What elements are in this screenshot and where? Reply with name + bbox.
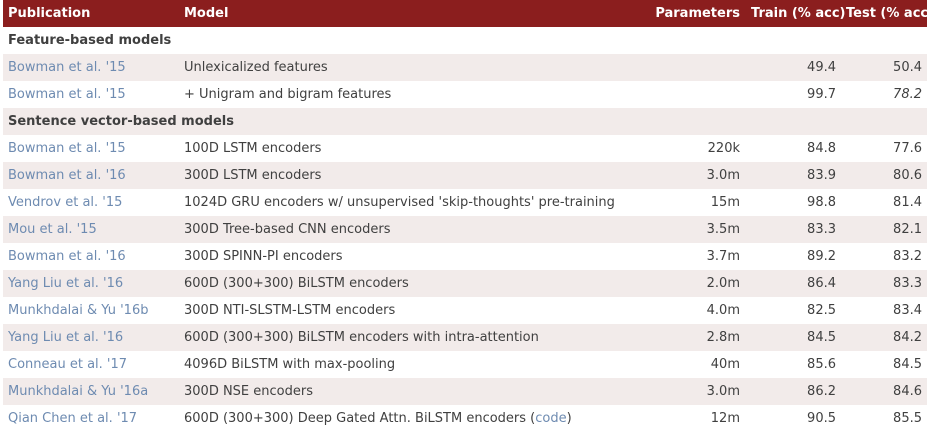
publication-link[interactable]: Qian Chen et al. '17 (3, 405, 179, 432)
header-publication[interactable]: Publication (3, 0, 179, 27)
section-title: Sentence vector-based models (3, 108, 927, 135)
table-row: Vendrov et al. '15 1024D GRU encoders w/ … (3, 189, 927, 216)
publication-link[interactable]: Yang Liu et al. '16 (3, 324, 179, 351)
model-cell: 300D NTI-SLSTM-LSTM encoders (179, 297, 655, 324)
train-acc-cell: 83.3 (746, 216, 841, 243)
parameters-cell: 40m (655, 351, 746, 378)
test-acc-cell: 50.4 (841, 54, 927, 81)
test-acc-cell: 84.6 (841, 378, 927, 405)
parameters-cell: 12m (655, 405, 746, 432)
publication-link[interactable]: Mou et al. '15 (3, 216, 179, 243)
table-row: Munkhdalai & Yu '16b 300D NTI-SLSTM-LSTM … (3, 297, 927, 324)
parameters-cell: 4.0m (655, 297, 746, 324)
model-cell: 300D Tree-based CNN encoders (179, 216, 655, 243)
code-link[interactable]: code (535, 411, 566, 426)
parameters-cell (655, 54, 746, 81)
model-text: 600D (300+300) Deep Gated Attn. BiLSTM e… (184, 411, 536, 426)
train-acc-cell: 85.6 (746, 351, 841, 378)
table-header-row: Publication Model Parameters Train (% ac… (3, 0, 930, 27)
table-row: Yang Liu et al. '16 600D (300+300) BiLSTM… (3, 324, 927, 351)
parameters-cell: 15m (655, 189, 746, 216)
table-row: Bowman et al. '16 300D SPINN-PI encoders 3… (3, 243, 927, 270)
table-row: Qian Chen et al. '17 600D (300+300) Deep … (3, 405, 927, 432)
train-acc-cell: 86.2 (746, 378, 841, 405)
model-cell: 4096D BiLSTM with max-pooling (179, 351, 655, 378)
train-acc-cell: 98.8 (746, 189, 841, 216)
test-acc-cell: 77.6 (841, 135, 927, 162)
train-acc-cell: 90.5 (746, 405, 841, 432)
parameters-cell: 3.5m (655, 216, 746, 243)
model-cell: 300D SPINN-PI encoders (179, 243, 655, 270)
test-acc-cell: 81.4 (841, 189, 927, 216)
table-row: Munkhdalai & Yu '16a 300D NSE encoders 3.0… (3, 378, 927, 405)
table-row: Yang Liu et al. '16 600D (300+300) BiLSTM… (3, 270, 927, 297)
header-train[interactable]: Train (% acc) (746, 0, 845, 27)
table-row: Mou et al. '15 300D Tree-based CNN encode… (3, 216, 927, 243)
model-cell: 600D (300+300) BiLSTM encoders with intr… (179, 324, 655, 351)
results-table: Publication Model Parameters Train (% ac… (3, 0, 930, 432)
table-row: Bowman et al. '15 100D LSTM encoders 220k 8… (3, 135, 927, 162)
parameters-cell: 2.0m (655, 270, 746, 297)
test-acc-cell: 85.5 (841, 405, 927, 432)
header-parameters[interactable]: Parameters (655, 0, 746, 27)
parameters-cell (655, 81, 746, 108)
section-title: Feature-based models (3, 27, 927, 54)
section-header-row: Feature-based models (3, 27, 927, 54)
model-cell: 1024D GRU encoders w/ unsupervised 'skip… (179, 189, 655, 216)
test-acc-cell: 84.2 (841, 324, 927, 351)
section-header-row: Sentence vector-based models (3, 108, 927, 135)
train-acc-cell: 49.4 (746, 54, 841, 81)
model-text-suffix: ) (566, 411, 572, 426)
publication-link[interactable]: Conneau et al. '17 (3, 351, 179, 378)
test-acc-cell: 78.2 (841, 81, 927, 108)
publication-link[interactable]: Bowman et al. '15 (3, 81, 179, 108)
test-acc-cell: 80.6 (841, 162, 927, 189)
parameters-cell: 3.7m (655, 243, 746, 270)
model-cell: 300D NSE encoders (179, 378, 655, 405)
train-acc-cell: 86.4 (746, 270, 841, 297)
model-cell: 100D LSTM encoders (179, 135, 655, 162)
model-cell: 600D (300+300) BiLSTM encoders (179, 270, 655, 297)
train-acc-cell: 99.7 (746, 81, 841, 108)
table-row: Bowman et al. '15 Unlexicalized features 4… (3, 54, 927, 81)
train-acc-cell: 84.5 (746, 324, 841, 351)
publication-link[interactable]: Bowman et al. '16 (3, 162, 179, 189)
train-acc-cell: 89.2 (746, 243, 841, 270)
header-model[interactable]: Model (179, 0, 655, 27)
train-acc-cell: 83.9 (746, 162, 841, 189)
train-acc-cell: 84.8 (746, 135, 841, 162)
parameters-cell: 3.0m (655, 162, 746, 189)
test-acc-cell: 83.3 (841, 270, 927, 297)
table-row: Bowman et al. '15 + Unigram and bigram fe… (3, 81, 927, 108)
table-row: Conneau et al. '17 4096D BiLSTM with max-… (3, 351, 927, 378)
test-acc-cell: 83.2 (841, 243, 927, 270)
model-cell: 300D LSTM encoders (179, 162, 655, 189)
publication-link[interactable]: Yang Liu et al. '16 (3, 270, 179, 297)
publication-link[interactable]: Bowman et al. '15 (3, 54, 179, 81)
model-cell: 600D (300+300) Deep Gated Attn. BiLSTM e… (179, 405, 655, 432)
test-acc-cell: 84.5 (841, 351, 927, 378)
publication-link[interactable]: Munkhdalai & Yu '16a (3, 378, 179, 405)
publication-link[interactable]: Bowman et al. '15 (3, 135, 179, 162)
publication-link[interactable]: Munkhdalai & Yu '16b (3, 297, 179, 324)
header-test[interactable]: Test (% acc) (841, 0, 930, 27)
parameters-cell: 2.8m (655, 324, 746, 351)
table-body: Feature-based models Bowman et al. '15 Unl… (3, 27, 927, 432)
test-acc-cell: 82.1 (841, 216, 927, 243)
publication-link[interactable]: Vendrov et al. '15 (3, 189, 179, 216)
model-cell: Unlexicalized features (179, 54, 655, 81)
table-row: Bowman et al. '16 300D LSTM encoders 3.0m 8… (3, 162, 927, 189)
parameters-cell: 220k (655, 135, 746, 162)
parameters-cell: 3.0m (655, 378, 746, 405)
test-acc-cell: 83.4 (841, 297, 927, 324)
model-cell: + Unigram and bigram features (179, 81, 655, 108)
publication-link[interactable]: Bowman et al. '16 (3, 243, 179, 270)
train-acc-cell: 82.5 (746, 297, 841, 324)
